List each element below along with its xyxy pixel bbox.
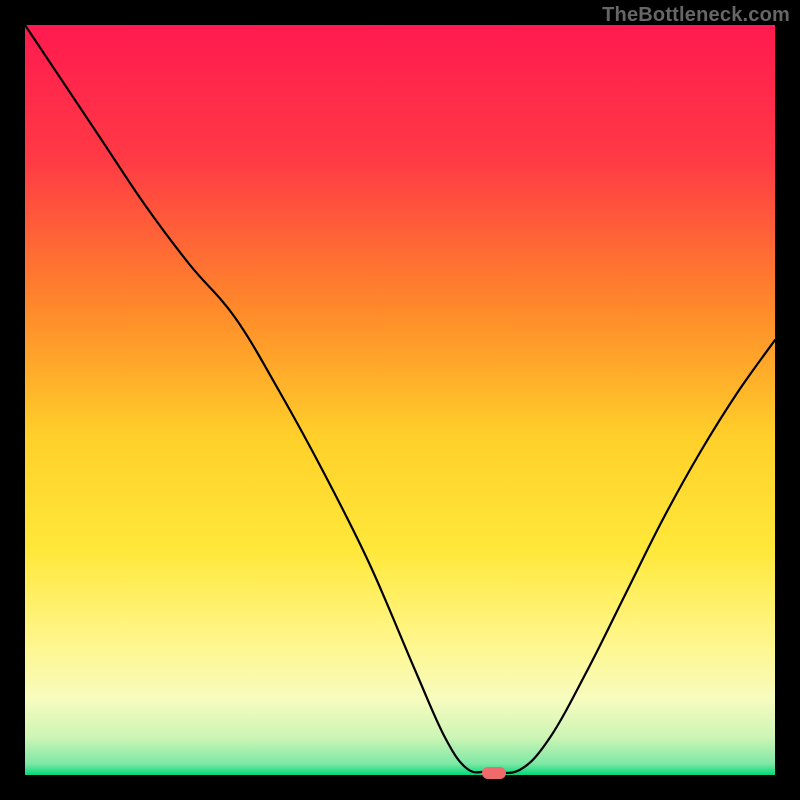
optimal-marker	[482, 767, 506, 779]
chart-background	[25, 25, 775, 775]
chart-svg	[25, 25, 775, 775]
plot-area	[25, 25, 775, 775]
watermark-text: TheBottleneck.com	[602, 4, 790, 27]
chart-frame: TheBottleneck.com	[0, 0, 800, 800]
